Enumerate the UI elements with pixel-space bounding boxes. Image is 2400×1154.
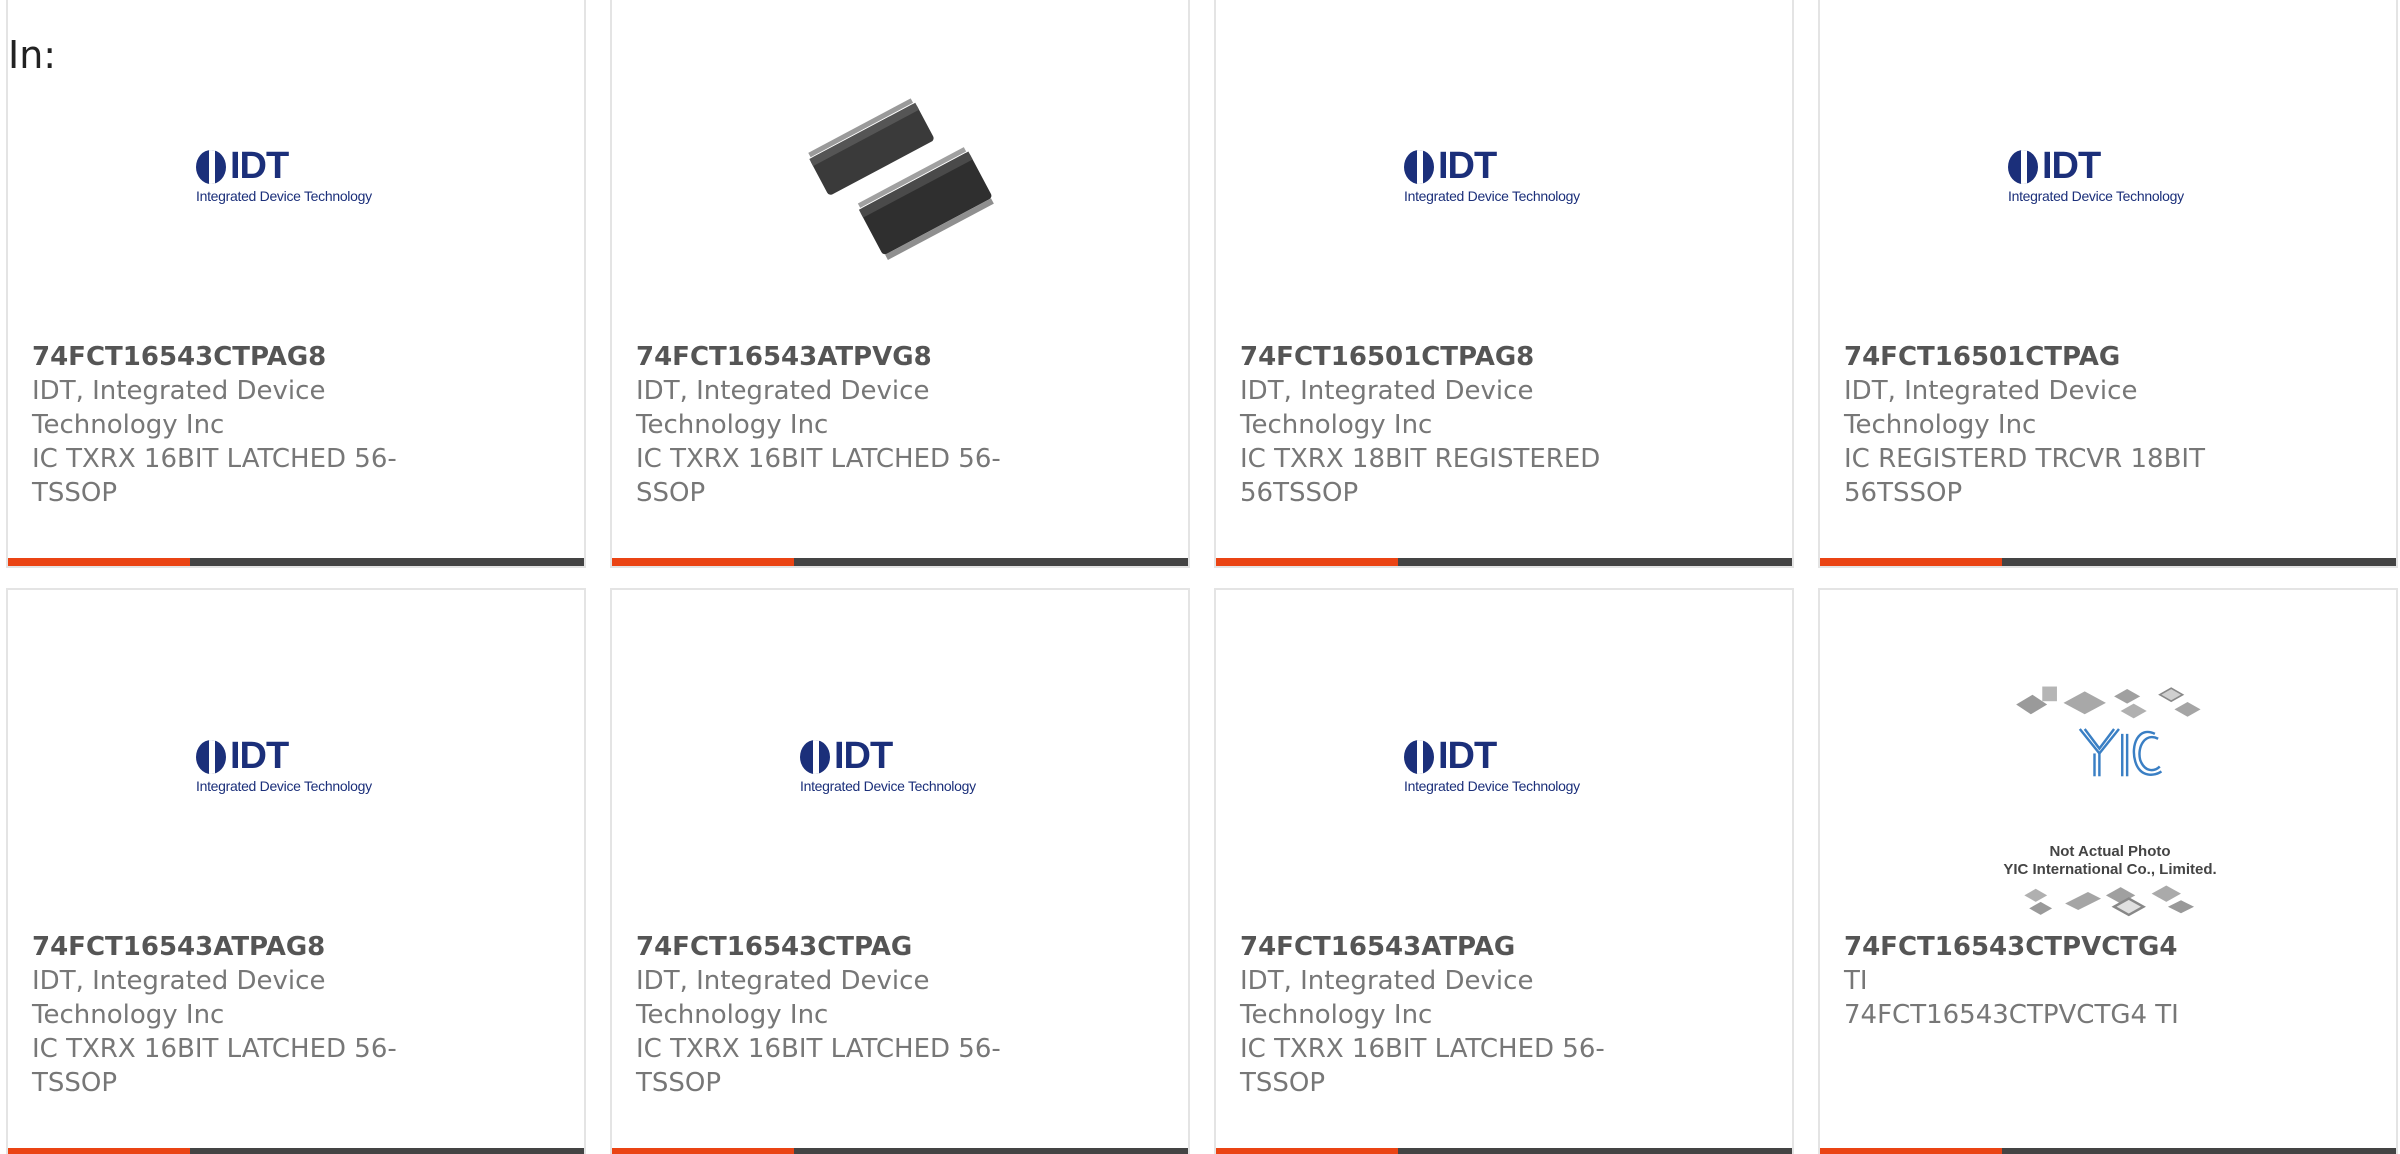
product-image[interactable]: IDT Integrated Device Technology	[188, 80, 408, 280]
product-card[interactable]: IDT Integrated Device Technology 74FCT16…	[610, 588, 1190, 1154]
idt-logo-icon: IDT Integrated Device Technology	[1404, 145, 1580, 204]
card-bar	[1216, 558, 1792, 566]
manufacturer: TI	[1844, 966, 1868, 996]
part-number[interactable]: 74FCT16543ATPAG	[1240, 930, 1640, 964]
description: IC TXRX 16BIT LATCHED 56-TSSOP	[1240, 1034, 1605, 1098]
yic-caption: Not Actual Photo YIC International Co., …	[2003, 843, 2217, 879]
card-bar	[1820, 1148, 2396, 1154]
manufacturer: IDT, Integrated Device Technology Inc	[1240, 966, 1534, 1030]
description: IC TXRX 16BIT LATCHED 56-TSSOP	[32, 1034, 397, 1098]
card-bar	[1216, 1148, 1792, 1154]
description: IC TXRX 16BIT LATCHED 56-TSSOP	[32, 444, 397, 508]
product-card[interactable]: IDT Integrated Device Technology 74FCT16…	[6, 0, 586, 568]
manufacturer: IDT, Integrated Device Technology Inc	[1240, 376, 1534, 440]
description: IC TXRX 16BIT LATCHED 56-SSOP	[636, 444, 1001, 508]
card-bar	[612, 558, 1188, 566]
manufacturer: IDT, Integrated Device Technology Inc	[32, 966, 326, 1030]
description: 74FCT16543CTPVCTG4 TI	[1844, 1000, 2179, 1030]
card-bar	[8, 558, 584, 566]
product-image[interactable]: Not Actual Photo YIC International Co., …	[1970, 680, 2250, 920]
idt-logo-icon: IDT Integrated Device Technology	[196, 145, 372, 204]
product-image[interactable]: IDT Integrated Device Technology	[188, 670, 408, 870]
in-label: In:	[8, 33, 57, 77]
ic-chip-photo-icon	[808, 98, 994, 260]
card-bar	[8, 1148, 584, 1154]
product-card[interactable]: IDT Integrated Device Technology 74FCT16…	[1214, 0, 1794, 568]
product-image[interactable]	[792, 80, 1012, 280]
idt-logo-icon: IDT Integrated Device Technology	[2008, 145, 2184, 204]
product-card[interactable]: IDT Integrated Device Technology 74FCT16…	[6, 588, 586, 1154]
part-number[interactable]: 74FCT16543CTPAG	[636, 930, 1036, 964]
product-image[interactable]: IDT Integrated Device Technology	[1396, 80, 1616, 280]
part-number[interactable]: 74FCT16501CTPAG8	[1240, 340, 1640, 374]
manufacturer: IDT, Integrated Device Technology Inc	[32, 376, 326, 440]
product-image[interactable]: IDT Integrated Device Technology	[2000, 80, 2220, 280]
product-card[interactable]: 74FCT16543ATPVG8 IDT, Integrated Device …	[610, 0, 1190, 568]
manufacturer: IDT, Integrated Device Technology Inc	[1844, 376, 2138, 440]
product-image[interactable]: IDT Integrated Device Technology	[1396, 670, 1616, 870]
product-card[interactable]: Not Actual Photo YIC International Co., …	[1818, 588, 2398, 1154]
product-card[interactable]: IDT Integrated Device Technology 74FCT16…	[1214, 588, 1794, 1154]
idt-logo-icon: IDT Integrated Device Technology	[196, 735, 372, 794]
product-image[interactable]: IDT Integrated Device Technology	[792, 670, 1012, 870]
product-card[interactable]: IDT Integrated Device Technology 74FCT16…	[1818, 0, 2398, 568]
description: IC REGISTERD TRCVR 18BIT 56TSSOP	[1844, 444, 2205, 508]
chip-placeholder-icon	[2016, 686, 2201, 777]
card-bar	[1820, 558, 2396, 566]
part-number[interactable]: 74FCT16543CTPAG8	[32, 340, 432, 374]
product-grid-page: In: IDT Integrated Device Technology 74F…	[0, 0, 2400, 1154]
manufacturer: IDT, Integrated Device Technology Inc	[636, 966, 930, 1030]
description: IC TXRX 16BIT LATCHED 56-TSSOP	[636, 1034, 1001, 1098]
idt-logo-icon: IDT Integrated Device Technology	[1404, 735, 1580, 794]
idt-logo-icon: IDT Integrated Device Technology	[800, 735, 976, 794]
part-number[interactable]: 74FCT16501CTPAG	[1844, 340, 2244, 374]
chip-row-icon	[2024, 885, 2195, 917]
part-number[interactable]: 74FCT16543ATPVG8	[636, 340, 1036, 374]
part-number[interactable]: 74FCT16543CTPVCTG4	[1844, 930, 2244, 964]
part-number[interactable]: 74FCT16543ATPAG8	[32, 930, 432, 964]
description: IC TXRX 18BIT REGISTERED 56TSSOP	[1240, 444, 1601, 508]
manufacturer: IDT, Integrated Device Technology Inc	[636, 376, 930, 440]
card-bar	[612, 1148, 1188, 1154]
